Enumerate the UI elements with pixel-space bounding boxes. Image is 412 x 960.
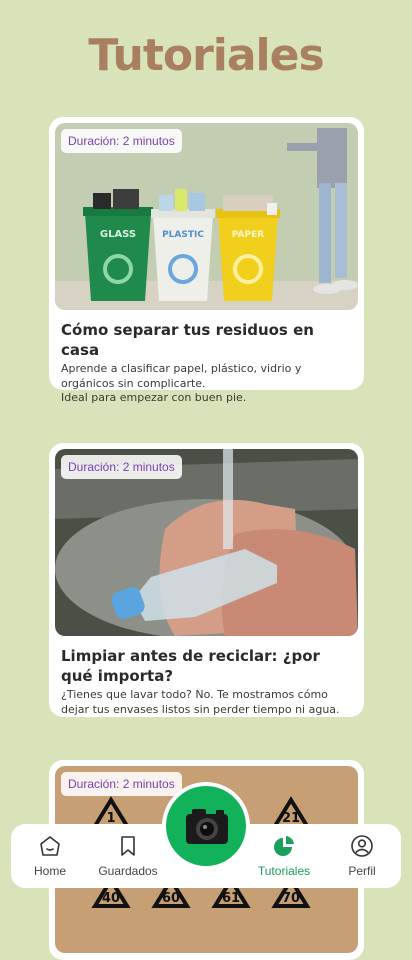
camera-icon <box>186 809 228 844</box>
tutorial-image: Duración: 2 minutos <box>55 449 358 636</box>
nav-tutoriales[interactable]: Tutoriales <box>249 834 319 878</box>
recycling-code: 61 <box>222 891 240 906</box>
nav-label: Home <box>33 864 66 878</box>
bin-label: PAPER <box>232 230 264 240</box>
bin-label: PLASTIC <box>162 230 204 240</box>
tutorial-card-limpiar[interactable]: Duración: 2 minutos Limpiar antes de rec… <box>49 443 364 717</box>
card-description: Aprende a clasificar papel, plástico, vi… <box>61 362 302 404</box>
pie-chart-icon <box>274 836 294 856</box>
bookmark-icon <box>121 836 135 856</box>
bin-label: GLASS <box>100 229 136 240</box>
nav-label: Guardados <box>98 864 158 878</box>
card-description: ¿Tienes que lavar todo? No. Te mostramos… <box>61 688 340 716</box>
nav-label: Perfil <box>348 864 376 878</box>
duration-badge: Duración: 2 minutos <box>61 772 182 796</box>
user-icon <box>351 835 373 857</box>
recycling-code: 70 <box>282 891 300 906</box>
nav-guardados[interactable]: Guardados <box>93 834 163 878</box>
page-title: Tutoriales <box>88 30 324 81</box>
nav-perfil[interactable]: Perfil <box>327 834 397 878</box>
recycling-code: 40 <box>102 891 120 906</box>
card-title: Limpiar antes de reciclar: ¿por qué impo… <box>61 647 320 685</box>
camera-button[interactable] <box>162 782 250 870</box>
tutorial-card-separar[interactable]: GLASS PLASTIC PAPER Duración: 2 minutos … <box>49 117 364 404</box>
nav-label: Tutoriales <box>257 864 311 878</box>
recycling-code: 60 <box>162 891 180 906</box>
duration-badge: Duración: 2 minutos <box>61 455 182 479</box>
duration-badge: Duración: 2 minutos <box>61 129 182 153</box>
card-title: Cómo separar tus residuos en casa <box>61 321 314 359</box>
home-icon <box>40 836 60 856</box>
nav-home[interactable]: Home <box>15 834 85 878</box>
tutorial-image: GLASS PLASTIC PAPER Duración: 2 minutos <box>55 123 358 310</box>
